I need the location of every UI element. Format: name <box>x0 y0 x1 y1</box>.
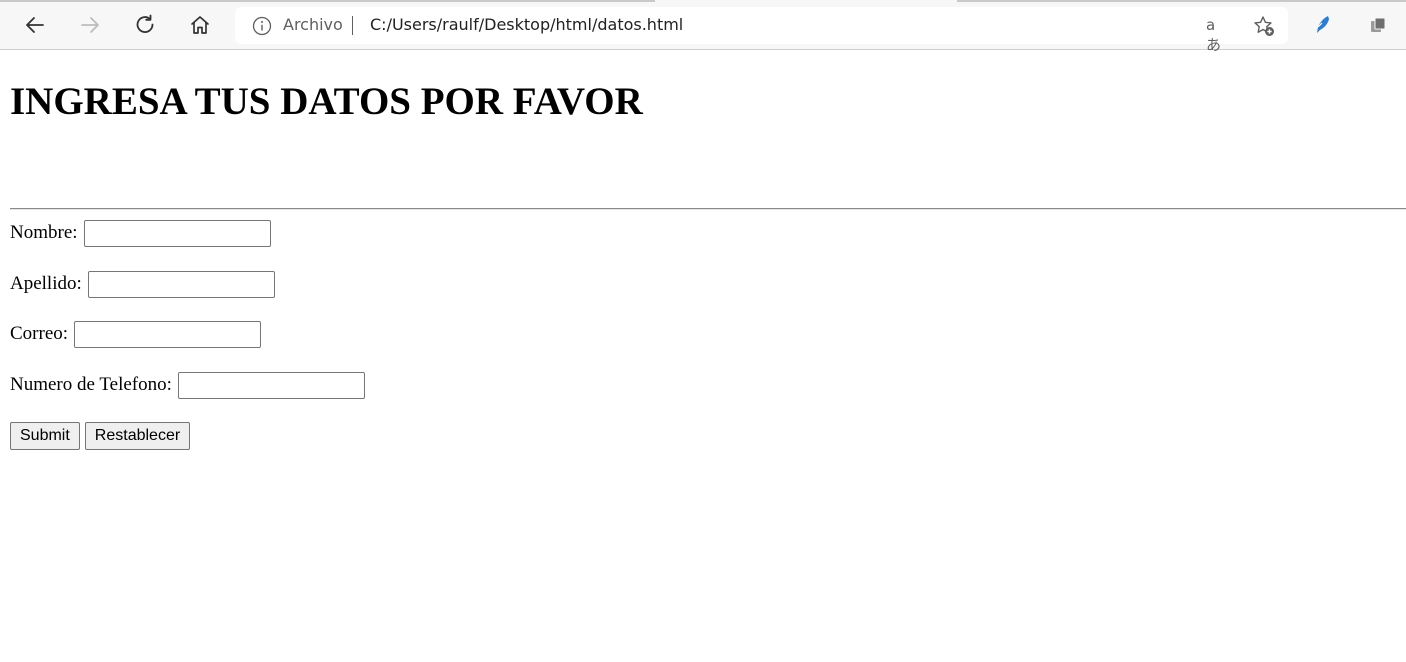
nombre-label: Nombre: <box>10 222 78 243</box>
telefono-input[interactable] <box>177 371 365 399</box>
extension-icon[interactable] <box>1312 14 1334 36</box>
address-bar[interactable]: Archivo C:/Users/raulf/Desktop/html/dato… <box>235 7 1288 54</box>
info-icon[interactable] <box>252 16 272 36</box>
telefono-label: Numero de Telefono: <box>10 374 172 395</box>
apellido-input[interactable] <box>87 270 275 298</box>
apellido-label: Apellido: <box>10 273 82 294</box>
back-icon <box>26 17 44 33</box>
correo-input[interactable] <box>74 320 262 348</box>
refresh-icon <box>136 14 154 33</box>
home-button[interactable] <box>184 9 216 41</box>
home-icon <box>191 16 209 34</box>
address-separator <box>352 16 353 35</box>
field-row-correo: Correo: <box>10 320 262 348</box>
form-buttons: Submit Restablecer <box>10 422 191 450</box>
page-content: INGRESA TUS DATOS POR FAVOR Nombre: Apel… <box>0 51 1406 662</box>
forward-button[interactable] <box>74 9 106 41</box>
collections-icon[interactable] <box>1368 15 1388 35</box>
read-aloud-icon[interactable]: aあ <box>1206 15 1230 54</box>
reset-button[interactable]: Restablecer <box>84 422 191 450</box>
site-security-label: Archivo <box>283 15 343 34</box>
submit-button[interactable]: Submit <box>10 422 80 450</box>
url-text[interactable]: C:/Users/raulf/Desktop/html/datos.html <box>370 15 683 35</box>
tab-edge <box>957 0 1406 2</box>
page-title: INGRESA TUS DATOS POR FAVOR <box>10 80 643 123</box>
correo-label: Correo: <box>10 323 69 344</box>
field-row-telefono: Numero de Telefono: <box>10 371 365 399</box>
add-favorite-icon[interactable] <box>1252 14 1276 38</box>
back-button[interactable] <box>19 9 51 41</box>
horizontal-rule <box>10 208 1406 210</box>
forward-icon <box>81 17 99 33</box>
field-row-nombre: Nombre: <box>10 219 271 247</box>
refresh-button[interactable] <box>129 9 161 41</box>
tab-edge <box>0 0 655 2</box>
nombre-input[interactable] <box>83 219 271 247</box>
field-row-apellido: Apellido: <box>10 270 275 298</box>
browser-toolbar: Archivo C:/Users/raulf/Desktop/html/dato… <box>0 0 1406 54</box>
